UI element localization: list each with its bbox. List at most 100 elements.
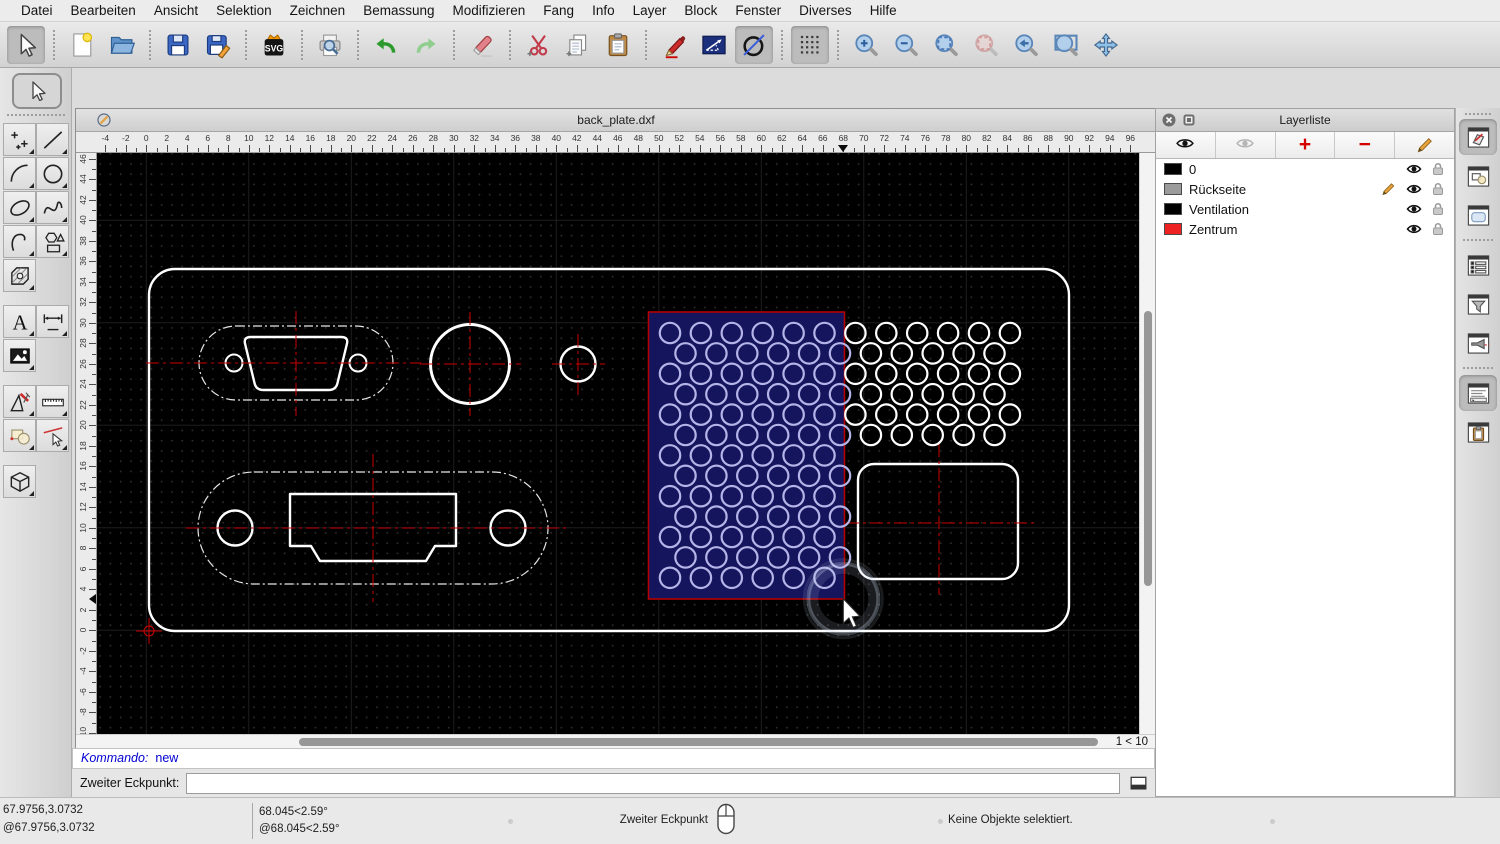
- ruler-tick: [89, 302, 96, 303]
- hatch-tool-button[interactable]: [3, 259, 36, 292]
- save-file-button[interactable]: [159, 26, 197, 64]
- horizontal-scrollbar[interactable]: 1 < 10: [76, 734, 1156, 749]
- hide-all-layers-eye-button[interactable]: [1216, 132, 1276, 158]
- polyline-tool-button[interactable]: [3, 225, 36, 258]
- point-tool-button[interactable]: [3, 123, 36, 156]
- command-line-panel-button[interactable]: [1459, 375, 1497, 411]
- undo-button[interactable]: [367, 26, 405, 64]
- spotlight-panel-button[interactable]: [1459, 325, 1497, 361]
- line-angle-button[interactable]: [695, 26, 733, 64]
- cut-button[interactable]: [519, 26, 557, 64]
- measure-tool-button[interactable]: [36, 385, 69, 418]
- text-tool-button[interactable]: A: [3, 305, 36, 338]
- view-panel-button[interactable]: [1459, 197, 1497, 233]
- ruler-tick: [351, 145, 352, 152]
- print-preview-button[interactable]: [311, 26, 349, 64]
- menu-item-zeichnen[interactable]: Zeichnen: [281, 0, 355, 22]
- selection-arrow-tool-button[interactable]: [12, 73, 62, 109]
- save-file-as-button[interactable]: [199, 26, 237, 64]
- menu-item-hilfe[interactable]: Hilfe: [861, 0, 906, 22]
- vertical-scrollbar[interactable]: [1139, 153, 1156, 734]
- layer-lock-toggle[interactable]: [1430, 181, 1446, 197]
- dimension-tool-button[interactable]: [36, 305, 69, 338]
- layer-visibility-toggle[interactable]: [1406, 161, 1422, 177]
- menu-item-fang[interactable]: Fang: [534, 0, 583, 22]
- layer-visibility-toggle[interactable]: [1406, 221, 1422, 237]
- spline-tool-button[interactable]: [36, 191, 69, 224]
- float-panel-icon[interactable]: [1181, 112, 1197, 128]
- menu-item-layer[interactable]: Layer: [624, 0, 676, 22]
- ruler-tick: [485, 148, 486, 152]
- selection-arrow-button[interactable]: [7, 26, 45, 64]
- modify-tool-button[interactable]: [3, 419, 36, 452]
- zoom-window-button[interactable]: [1047, 26, 1085, 64]
- edit-layer-button[interactable]: [1395, 132, 1454, 158]
- delete-eraser-button[interactable]: [463, 26, 501, 64]
- open-file-button[interactable]: [103, 26, 141, 64]
- drawing-canvas[interactable]: [97, 153, 1139, 734]
- ellipse-tool-button[interactable]: [3, 191, 36, 224]
- layer-lock-toggle[interactable]: [1430, 221, 1446, 237]
- layer-list-panel-button[interactable]: [1459, 119, 1497, 155]
- circle-tool-button[interactable]: [36, 157, 69, 190]
- image-tool-button[interactable]: [3, 339, 36, 372]
- plus-icon: +: [1299, 135, 1311, 155]
- circle-slash-button[interactable]: [735, 26, 773, 64]
- menu-item-fenster[interactable]: Fenster: [726, 0, 790, 22]
- vertical-scrollbar-thumb[interactable]: [1144, 311, 1152, 586]
- ruler-tick: [157, 148, 158, 152]
- selection-filter-panel-button[interactable]: [1459, 286, 1497, 322]
- menu-item-info[interactable]: Info: [583, 0, 624, 22]
- command-input[interactable]: [186, 773, 1120, 794]
- menu-item-bearbeiten[interactable]: Bearbeiten: [62, 0, 145, 22]
- layer-row-zentrum[interactable]: Zentrum: [1156, 219, 1454, 239]
- draw-edit-tool-button[interactable]: [3, 385, 36, 418]
- menu-item-datei[interactable]: Datei: [12, 0, 62, 22]
- line-tool-button[interactable]: [36, 123, 69, 156]
- layer-row-0[interactable]: 0: [1156, 159, 1454, 179]
- ruler-label: 44: [77, 169, 89, 189]
- pan-button[interactable]: [1087, 26, 1125, 64]
- close-panel-icon[interactable]: [1161, 112, 1177, 128]
- command-toggle-button[interactable]: [1126, 773, 1150, 794]
- layer-row-rückseite[interactable]: Rückseite: [1156, 179, 1454, 199]
- layer-visibility-toggle[interactable]: [1406, 181, 1422, 197]
- cad-tool-palette: A: [0, 68, 72, 797]
- zoom-selection-button[interactable]: [967, 26, 1005, 64]
- remove-layer-button[interactable]: −: [1335, 132, 1395, 158]
- shape-tool-icon: [40, 229, 66, 255]
- arc-tool-button[interactable]: [3, 157, 36, 190]
- menu-item-modifizieren[interactable]: Modifizieren: [444, 0, 535, 22]
- add-layer-button[interactable]: +: [1276, 132, 1336, 158]
- copy-button[interactable]: [559, 26, 597, 64]
- redo-button[interactable]: [407, 26, 445, 64]
- menu-item-ansicht[interactable]: Ansicht: [145, 0, 207, 22]
- select-tool-button[interactable]: [36, 419, 69, 452]
- ruler-label: 48: [634, 133, 643, 143]
- layer-lock-toggle[interactable]: [1430, 161, 1446, 177]
- layer-row-ventilation[interactable]: Ventilation: [1156, 199, 1454, 219]
- draw-from-spec-button[interactable]: [655, 26, 693, 64]
- zoom-in-button[interactable]: [847, 26, 885, 64]
- solid-3d-tool-button[interactable]: [3, 465, 36, 498]
- grid-toggle-button[interactable]: [791, 26, 829, 64]
- horizontal-scrollbar-thumb[interactable]: [299, 738, 1098, 746]
- shape-tool-button[interactable]: [36, 225, 69, 258]
- svg-export-button[interactable]: SVG: [255, 26, 293, 64]
- zoom-previous-button[interactable]: [1007, 26, 1045, 64]
- zoom-auto-button[interactable]: [927, 26, 965, 64]
- menu-item-bemassung[interactable]: Bemassung: [354, 0, 443, 22]
- layer-lock-toggle[interactable]: [1430, 201, 1446, 217]
- paste-button[interactable]: [599, 26, 637, 64]
- new-file-button[interactable]: [63, 26, 101, 64]
- zoom-out-button[interactable]: [887, 26, 925, 64]
- show-all-layers-eye-button[interactable]: [1156, 132, 1216, 158]
- menu-item-block[interactable]: Block: [675, 0, 726, 22]
- menu-item-diverses[interactable]: Diverses: [790, 0, 861, 22]
- block-list-panel-button[interactable]: [1459, 158, 1497, 194]
- property-editor-panel-button[interactable]: [1459, 247, 1497, 283]
- layer-visibility-toggle[interactable]: [1406, 201, 1422, 217]
- new-file-icon: [68, 31, 96, 59]
- menu-item-selektion[interactable]: Selektion: [207, 0, 281, 22]
- clipboard-panel-button[interactable]: [1459, 414, 1497, 450]
